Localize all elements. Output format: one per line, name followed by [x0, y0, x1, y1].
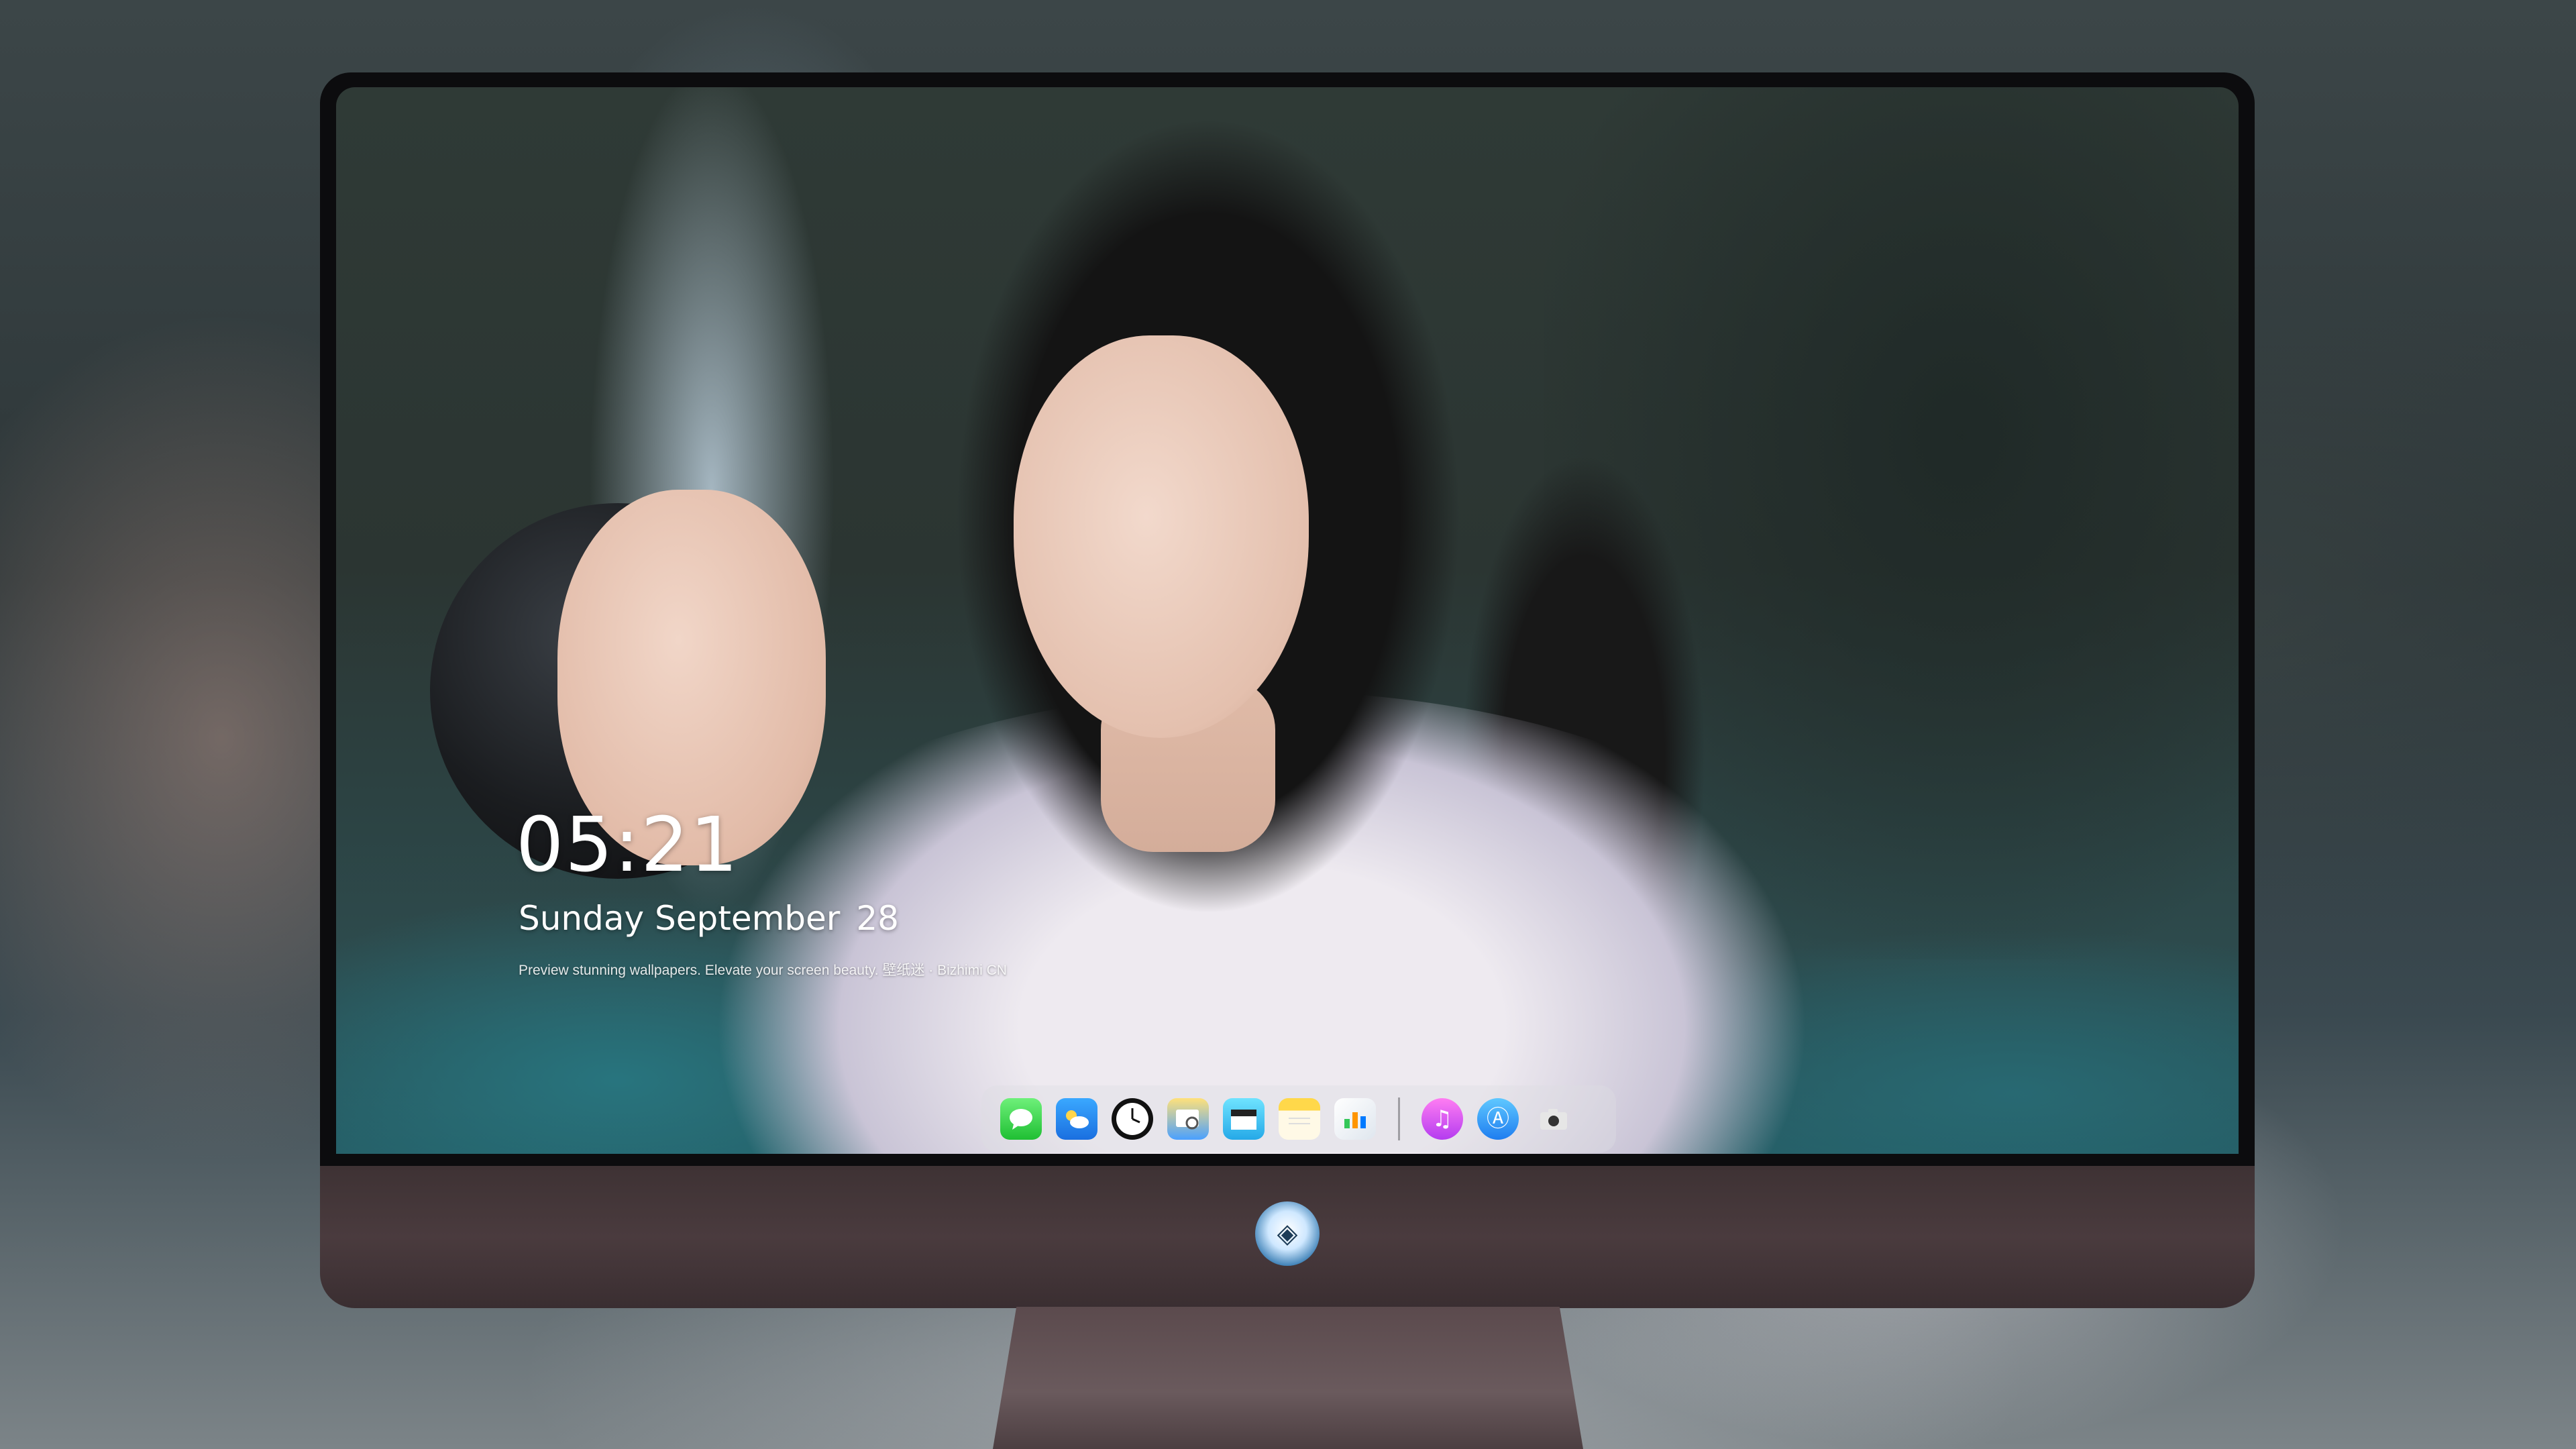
clock-icon[interactable] — [1112, 1098, 1153, 1140]
preview-icon[interactable] — [1167, 1098, 1209, 1140]
app-store-icon[interactable]: Ⓐ — [1477, 1098, 1519, 1140]
date-weekday-month: Sunday September — [519, 899, 841, 938]
lock-screen-date: Sunday September 28 — [519, 899, 899, 938]
weather-icon[interactable] — [1056, 1098, 1097, 1140]
dock: ♫ Ⓐ — [981, 1085, 1616, 1152]
camera-icon[interactable] — [1533, 1098, 1574, 1140]
dragon-mascot-logo: ◈ — [1255, 1201, 1320, 1266]
dock-separator — [1398, 1097, 1400, 1140]
wallpaper-face — [1014, 335, 1309, 738]
monitor-stand — [993, 1307, 1583, 1449]
lock-screen-time: 05:21 — [516, 802, 739, 889]
notes-icon[interactable] — [1279, 1098, 1320, 1140]
monitor: 05:21 Sunday September 28 Preview stunnin… — [320, 72, 2255, 1308]
monitor-screen: 05:21 Sunday September 28 Preview stunnin… — [336, 87, 2239, 1154]
monitor-bezel: 05:21 Sunday September 28 Preview stunnin… — [320, 72, 2255, 1166]
clips-icon[interactable] — [1223, 1098, 1265, 1140]
messages-icon[interactable] — [1000, 1098, 1042, 1140]
music-icon[interactable]: ♫ — [1421, 1098, 1463, 1140]
lock-screen-tagline: Preview stunning wallpapers. Elevate you… — [519, 963, 1007, 978]
date-day: 28 — [856, 899, 899, 938]
numbers-icon[interactable] — [1334, 1098, 1376, 1140]
